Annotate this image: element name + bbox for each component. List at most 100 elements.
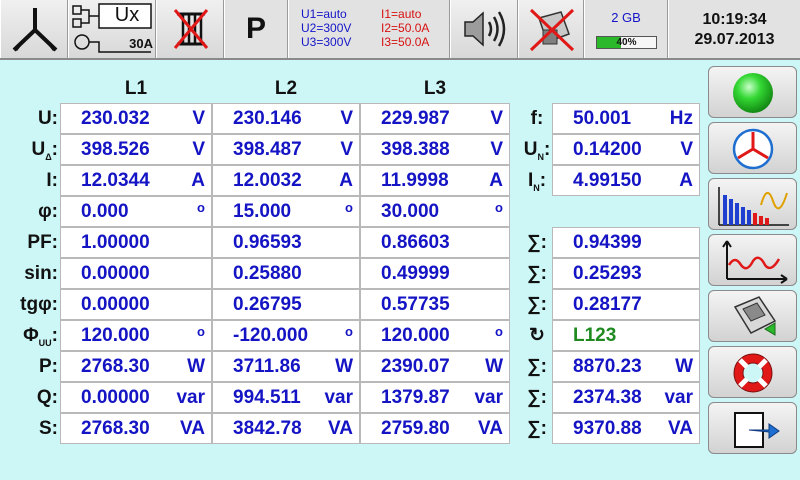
row-label: Q: xyxy=(0,382,58,413)
cell-unit: V xyxy=(192,108,205,129)
wiring-button[interactable] xyxy=(0,0,68,58)
cell-value: 994.511 xyxy=(233,387,301,408)
u2-status: U2=300V xyxy=(301,21,352,35)
memory-status: 2 GB 40% xyxy=(584,0,668,58)
value-cell-l1: 2768.30 VA xyxy=(60,413,212,444)
side-value: 9370.88 xyxy=(573,418,642,439)
value-cell-l3: 120.000 o xyxy=(360,320,510,351)
row-label: sin: xyxy=(0,258,58,289)
side-label: ∑: xyxy=(522,382,552,413)
label-text: φ: xyxy=(38,201,58,222)
memory-percent: 40% xyxy=(616,37,637,48)
side-unit: A xyxy=(679,170,693,191)
side-unit: var xyxy=(664,387,693,408)
value-cell-l3: 0.86603 xyxy=(360,227,510,258)
side-value-cell: 4.99150 A xyxy=(552,165,700,196)
value-cell-l1: 0.000 o xyxy=(60,196,212,227)
cell-unit: o xyxy=(197,200,205,215)
cell-value: 2390.07 xyxy=(381,356,450,377)
i-status: I1=auto I2=50.0A I3=50.0A xyxy=(381,7,429,49)
cell-unit: VA xyxy=(478,418,503,439)
label-text: S: xyxy=(39,418,58,439)
exit-button[interactable] xyxy=(708,402,797,454)
waveform-button[interactable] xyxy=(708,234,797,286)
usb-button[interactable] xyxy=(518,0,584,58)
cell-value: 1379.87 xyxy=(381,387,450,408)
row-label: φ: xyxy=(0,196,58,227)
label-suffix: : xyxy=(543,139,551,160)
value-cell-l2: 994.511 var xyxy=(212,382,360,413)
u1-status: U1=auto xyxy=(301,7,347,21)
value-cell-l2: 0.25880 xyxy=(212,258,360,289)
label-text: PF: xyxy=(27,232,58,253)
transformer-button[interactable] xyxy=(156,0,224,58)
value-cell-l2: 0.26795 xyxy=(212,289,360,320)
cell-unit: var xyxy=(176,387,205,408)
cell-value: 3842.78 xyxy=(233,418,302,439)
value-cell-l2: 3842.78 VA xyxy=(212,413,360,444)
side-label: ∑: xyxy=(522,351,552,382)
side-value: 4.99150 xyxy=(573,170,642,191)
i1-status: I1=auto xyxy=(381,7,422,21)
value-cell-l3: 2390.07 W xyxy=(360,351,510,382)
input-config-button[interactable]: Ux 30A xyxy=(68,0,156,58)
status-ok-button[interactable] xyxy=(708,66,797,118)
side-unit: Hz xyxy=(669,108,693,129)
cell-unit: W xyxy=(485,356,503,377)
sound-button[interactable] xyxy=(450,0,518,58)
side-value: 0.28177 xyxy=(573,294,642,315)
record-icon xyxy=(733,296,777,336)
value-cell-l2: 15.000 o xyxy=(212,196,360,227)
side-label: ∑: xyxy=(522,413,552,444)
side-value: 0.94399 xyxy=(573,232,642,253)
side-unit: V xyxy=(680,139,693,160)
cell-unit: o xyxy=(495,324,503,339)
cell-unit: VA xyxy=(328,418,353,439)
cell-value: 0.26795 xyxy=(233,294,302,315)
record-button[interactable] xyxy=(708,290,797,342)
label-text: f: xyxy=(530,108,544,129)
cell-value: 2768.30 xyxy=(81,418,150,439)
help-button[interactable] xyxy=(708,346,797,398)
cell-value: 398.526 xyxy=(81,139,150,160)
side-value: L123 xyxy=(573,325,617,346)
label-text: ∑: xyxy=(527,232,547,253)
side-value-cell: 0.28177 xyxy=(552,289,700,320)
side-value-cell: 0.14200 V xyxy=(552,134,700,165)
row-label: S: xyxy=(0,413,58,444)
phasor-diagram-button[interactable] xyxy=(708,122,797,174)
cell-value: 1.00000 xyxy=(81,232,150,253)
value-cell-l1: 1.00000 xyxy=(60,227,212,258)
side-value: 0.25293 xyxy=(573,263,642,284)
cell-unit: W xyxy=(335,356,353,377)
side-value-cell: 0.94399 xyxy=(552,227,700,258)
column-header-l2: L2 xyxy=(274,78,298,99)
value-cell-l2: -120.000 o xyxy=(212,320,360,351)
cell-value: 0.00000 xyxy=(81,263,150,284)
value-cell-l1: 120.000 o xyxy=(60,320,212,351)
label-text: ↻ xyxy=(529,325,545,346)
i3-status: I3=50.0A xyxy=(381,35,430,49)
mode-button[interactable]: P xyxy=(224,0,288,58)
cell-value: 120.000 xyxy=(81,325,150,346)
memory-bar: 40% xyxy=(596,36,657,49)
wiring-star-icon xyxy=(12,8,58,52)
value-cell-l2: 398.487 V xyxy=(212,134,360,165)
cell-value: 398.388 xyxy=(381,139,450,160)
exit-icon xyxy=(734,412,780,448)
i2-status: I2=50.0A xyxy=(381,21,430,35)
label-text: tgφ: xyxy=(20,294,58,315)
value-cell-l3: 1379.87 var xyxy=(360,382,510,413)
cell-value: 30.000 xyxy=(381,201,440,222)
cell-value: 230.146 xyxy=(233,108,302,129)
cell-unit: o xyxy=(495,200,503,215)
u3-status: U3=300V xyxy=(301,35,352,49)
side-label: f: xyxy=(522,103,552,134)
cell-value: 398.487 xyxy=(233,139,302,160)
cell-value: 230.032 xyxy=(81,108,150,129)
side-value-cell: 8870.23 W xyxy=(552,351,700,382)
row-label: I: xyxy=(0,165,58,196)
value-cell-l1: 0.00000 var xyxy=(60,382,212,413)
cell-unit: V xyxy=(192,139,205,160)
harmonics-button[interactable] xyxy=(708,178,797,230)
